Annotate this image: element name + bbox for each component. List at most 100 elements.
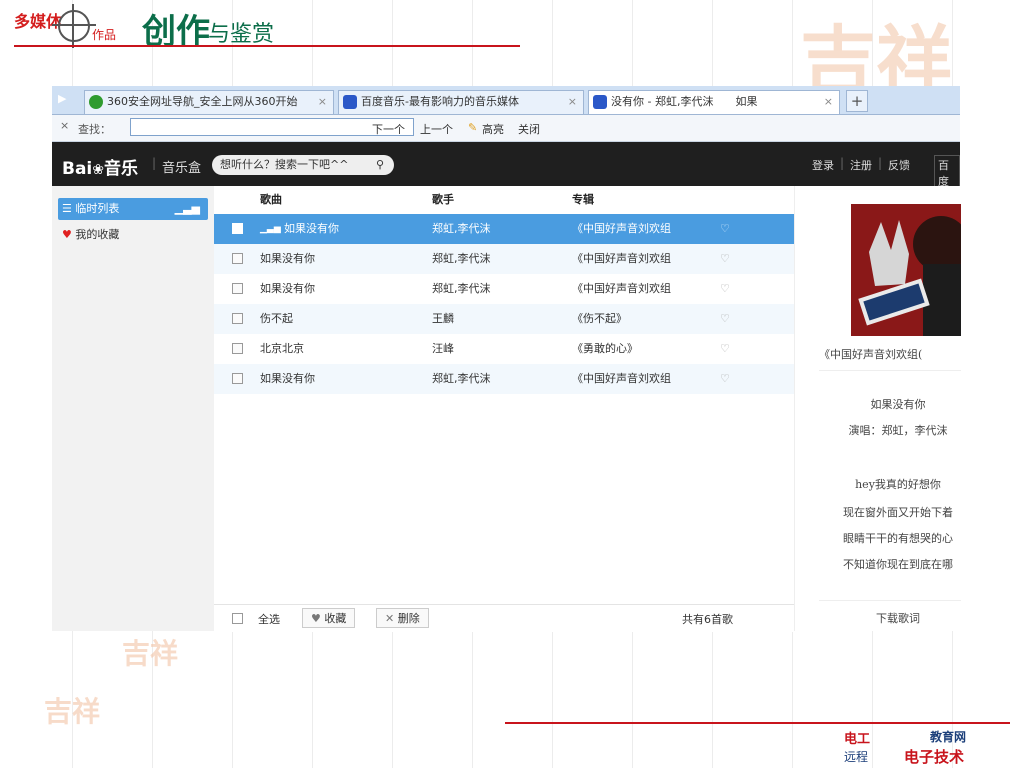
now-playing-album[interactable]: 《中国好声音刘欢组(: [819, 346, 961, 362]
lyric-line: 眼睛干干的有想哭的心: [843, 532, 953, 545]
favorite-heart-icon[interactable]: ♡: [720, 274, 730, 304]
divider-line: [14, 45, 520, 47]
sidebar-toggle-icon[interactable]: ▶: [58, 92, 72, 106]
logo-text-b: 音乐: [104, 159, 138, 179]
song-title: 如果没有你: [260, 372, 315, 385]
tab-label: 没有你 - 郑虹,李代沫 如果: [611, 95, 758, 108]
search-input[interactable]: 想听什么？搜索一下吧^^ ⚲: [212, 155, 394, 175]
song-list: 歌曲 歌手 专辑 ▁▃▅ 如果没有你 郑虹,李代沫 《中国好声音刘欢组 ♡ 如果…: [214, 186, 794, 632]
song-album[interactable]: 《中国好声音刘欢组: [572, 244, 671, 274]
new-tab-button[interactable]: +: [846, 90, 868, 112]
table-row[interactable]: ▁▃▅ 如果没有你 郑虹,李代沫 《中国好声音刘欢组 ♡: [214, 214, 794, 244]
song-list-footer: 全选 ♥ 收藏 ✕ 删除 共有6首歌: [214, 604, 794, 632]
delete-button[interactable]: ✕ 删除: [376, 608, 429, 628]
register-link[interactable]: 注册: [850, 157, 872, 173]
tab-now-playing[interactable]: 没有你 - 郑虹,李代沫 如果 ×: [588, 90, 840, 114]
find-next-button[interactable]: 下一个: [372, 121, 405, 137]
seal-watermark-bottom: 吉祥: [44, 695, 101, 728]
song-album[interactable]: 《中国好声音刘欢组: [572, 274, 671, 304]
music-box-link[interactable]: 音乐盒: [162, 157, 201, 176]
row-checkbox[interactable]: [232, 283, 243, 294]
tab-360[interactable]: 360安全网址导航_安全上网从360开始 ×: [84, 90, 334, 114]
delete-button-label: 删除: [397, 612, 420, 625]
lyric-line: hey我真的好想你: [855, 478, 941, 491]
baidu-music-logo[interactable]: Bai❀音乐: [62, 154, 138, 179]
search-icon[interactable]: ⚲: [376, 155, 384, 175]
find-label: 查找：: [78, 123, 111, 136]
row-checkbox[interactable]: [232, 373, 243, 384]
close-icon[interactable]: ×: [318, 91, 327, 113]
playing-icon: ▁▃▅: [260, 224, 281, 234]
row-checkbox[interactable]: [232, 223, 243, 234]
browser-window: ▶ 360安全网址导航_安全上网从360开始 × 百度音乐-最有影响力的音乐媒体…: [52, 86, 961, 632]
close-icon[interactable]: ×: [568, 91, 577, 113]
favorite-heart-icon[interactable]: ♡: [720, 304, 730, 334]
sidebar-item-favorites[interactable]: ♥ 我的收藏: [58, 224, 208, 246]
table-row[interactable]: 如果没有你 郑虹,李代沫 《中国好声音刘欢组 ♡: [214, 244, 794, 274]
song-album[interactable]: 《中国好声音刘欢组: [572, 364, 671, 394]
find-prev-button[interactable]: 上一个: [420, 121, 453, 137]
equalizer-icon: ▁▃▅: [174, 202, 200, 215]
slide-title-part1: 多媒体: [14, 12, 63, 31]
close-icon[interactable]: ×: [60, 119, 69, 132]
column-header-artist[interactable]: 歌手: [432, 186, 454, 214]
find-close-button[interactable]: 关闭: [518, 121, 540, 137]
song-artist[interactable]: 汪峰: [432, 334, 454, 364]
song-artist[interactable]: 郑虹,李代沫: [432, 274, 491, 304]
heart-icon: ♥: [62, 228, 72, 241]
song-artist[interactable]: 郑虹,李代沫: [432, 244, 491, 274]
row-checkbox[interactable]: [232, 313, 243, 324]
favorite-heart-icon[interactable]: ♡: [720, 214, 730, 244]
download-lyrics-link[interactable]: 下载歌词: [815, 610, 981, 626]
select-all-checkbox[interactable]: [232, 613, 243, 624]
song-album[interactable]: 《中国好声音刘欢组: [572, 214, 671, 244]
login-link[interactable]: 登录: [812, 157, 834, 173]
song-title: 如果没有你: [260, 282, 315, 295]
paw-icon: ❀: [92, 162, 104, 178]
favorite-button[interactable]: ♥ 收藏: [302, 608, 356, 628]
album-cover[interactable]: [851, 204, 961, 336]
lyric-line: 不知道你现在到底在哪: [843, 558, 953, 571]
song-artist[interactable]: 郑虹,李代沫: [432, 364, 491, 394]
song-album[interactable]: 《勇敢的心》: [572, 334, 638, 364]
tab-label: 百度音乐-最有影响力的音乐媒体: [361, 95, 519, 108]
song-artist[interactable]: 郑虹,李代沫: [432, 214, 491, 244]
slide-title-part2: 作品: [92, 28, 117, 42]
lyric-line: 现在窗外面又开始下着: [843, 506, 953, 519]
song-album[interactable]: 《伤不起》: [572, 304, 627, 334]
table-row[interactable]: 北京北京 汪峰 《勇敢的心》 ♡: [214, 334, 794, 364]
find-bar: × 查找： 下一个 上一个 ✎ 高亮 关闭: [52, 115, 960, 142]
sidebar-item-temp-list[interactable]: ☰ 临时列表 ▁▃▅: [58, 198, 208, 220]
select-all-label[interactable]: 全选: [258, 611, 280, 627]
favorite-button-label: 收藏: [324, 612, 347, 625]
favorite-heart-icon[interactable]: ♡: [720, 244, 730, 274]
column-header-song[interactable]: 歌曲: [260, 186, 282, 214]
table-row[interactable]: 伤不起 王麟 《伤不起》 ♡: [214, 304, 794, 334]
favorite-heart-icon[interactable]: ♡: [720, 334, 730, 364]
delete-icon: ✕: [385, 612, 395, 625]
song-title: 如果没有你: [260, 252, 315, 265]
favorite-heart-icon[interactable]: ♡: [720, 364, 730, 394]
tab-baidu-music[interactable]: 百度音乐-最有影响力的音乐媒体 ×: [338, 90, 584, 114]
row-checkbox[interactable]: [232, 343, 243, 354]
album-cover-art: [851, 204, 961, 336]
now-playing-panel: 《中国好声音刘欢组( 如果没有你 演唱：郑虹，李代沫 hey我真的好想你 现在窗…: [794, 186, 961, 631]
bottom-logo-text-c: 远程: [844, 750, 869, 764]
360-icon: [89, 95, 103, 109]
song-artist[interactable]: 王麟: [432, 304, 454, 334]
close-icon[interactable]: ×: [824, 91, 833, 113]
feedback-link[interactable]: 反馈: [888, 157, 910, 173]
table-row[interactable]: 如果没有你 郑虹,李代沫 《中国好声音刘欢组 ♡: [214, 364, 794, 394]
find-highlight-button[interactable]: 高亮: [482, 121, 504, 137]
song-title: 如果没有你: [284, 222, 339, 235]
row-checkbox[interactable]: [232, 253, 243, 264]
search-placeholder: 想听什么？搜索一下吧^^: [220, 158, 349, 171]
panel-divider: [819, 370, 961, 371]
table-row[interactable]: 如果没有你 郑虹,李代沫 《中国好声音刘欢组 ♡: [214, 274, 794, 304]
tab-label: 360安全网址导航_安全上网从360开始: [107, 95, 298, 108]
now-playing-title: 如果没有你: [870, 398, 926, 411]
sidebar-item-label: 临时列表: [75, 202, 120, 215]
divider-line: [505, 722, 1010, 724]
column-header-album[interactable]: 专辑: [572, 186, 594, 214]
song-title: 伤不起: [260, 312, 293, 325]
